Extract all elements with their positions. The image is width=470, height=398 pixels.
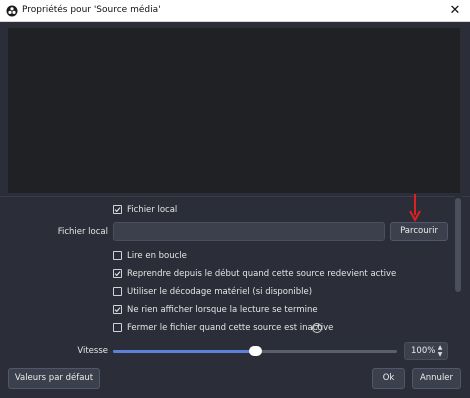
title-bar: Propriétés pour 'Source média' ✕ bbox=[0, 0, 470, 22]
speed-slider-handle[interactable] bbox=[249, 346, 262, 356]
red-arrow-annotation bbox=[409, 194, 421, 223]
speed-slider-fill bbox=[113, 350, 255, 353]
close-inactive-checkbox-label: Fermer le fichier quand cette source est… bbox=[127, 323, 334, 333]
hide-on-end-checkbox[interactable] bbox=[113, 305, 122, 314]
hide-on-end-checkbox-label: Ne rien afficher lorsque la lecture se t… bbox=[127, 305, 318, 315]
local-file-input[interactable] bbox=[113, 222, 385, 241]
local-file-checkbox-label: Fichier local bbox=[127, 205, 178, 215]
local-file-field-label: Fichier local bbox=[57, 227, 108, 237]
window-title: Propriétés pour 'Source média' bbox=[22, 5, 161, 15]
spin-down-icon[interactable]: ▼ bbox=[435, 351, 445, 359]
help-icon[interactable]: ? bbox=[312, 323, 322, 333]
defaults-button[interactable]: Valeurs par défaut bbox=[8, 368, 100, 389]
close-icon[interactable]: ✕ bbox=[446, 2, 464, 20]
cancel-button[interactable]: Annuler bbox=[412, 368, 461, 389]
check-icon bbox=[114, 307, 121, 313]
obs-app-icon bbox=[6, 5, 18, 17]
hw-decode-checkbox-label: Utiliser le décodage matériel (si dispon… bbox=[127, 287, 313, 297]
restart-checkbox[interactable] bbox=[113, 269, 122, 278]
speed-spinbox[interactable]: 100% ▲ ▼ bbox=[404, 342, 448, 360]
ok-button[interactable]: Ok bbox=[372, 368, 405, 389]
check-icon bbox=[114, 207, 121, 213]
scrollbar-thumb[interactable] bbox=[455, 198, 461, 292]
source-preview bbox=[8, 28, 460, 193]
local-file-checkbox[interactable] bbox=[113, 205, 122, 214]
browse-button[interactable]: Parcourir bbox=[390, 222, 448, 241]
loop-checkbox[interactable] bbox=[113, 251, 122, 260]
speed-value: 100% bbox=[411, 346, 436, 356]
speed-label: Vitesse bbox=[77, 346, 108, 356]
divider bbox=[0, 196, 470, 197]
close-inactive-checkbox[interactable] bbox=[113, 323, 122, 332]
check-icon bbox=[114, 271, 121, 277]
loop-checkbox-label: Lire en boucle bbox=[127, 251, 187, 261]
restart-checkbox-label: Reprendre depuis le début quand cette so… bbox=[127, 269, 397, 279]
hw-decode-checkbox[interactable] bbox=[113, 287, 122, 296]
